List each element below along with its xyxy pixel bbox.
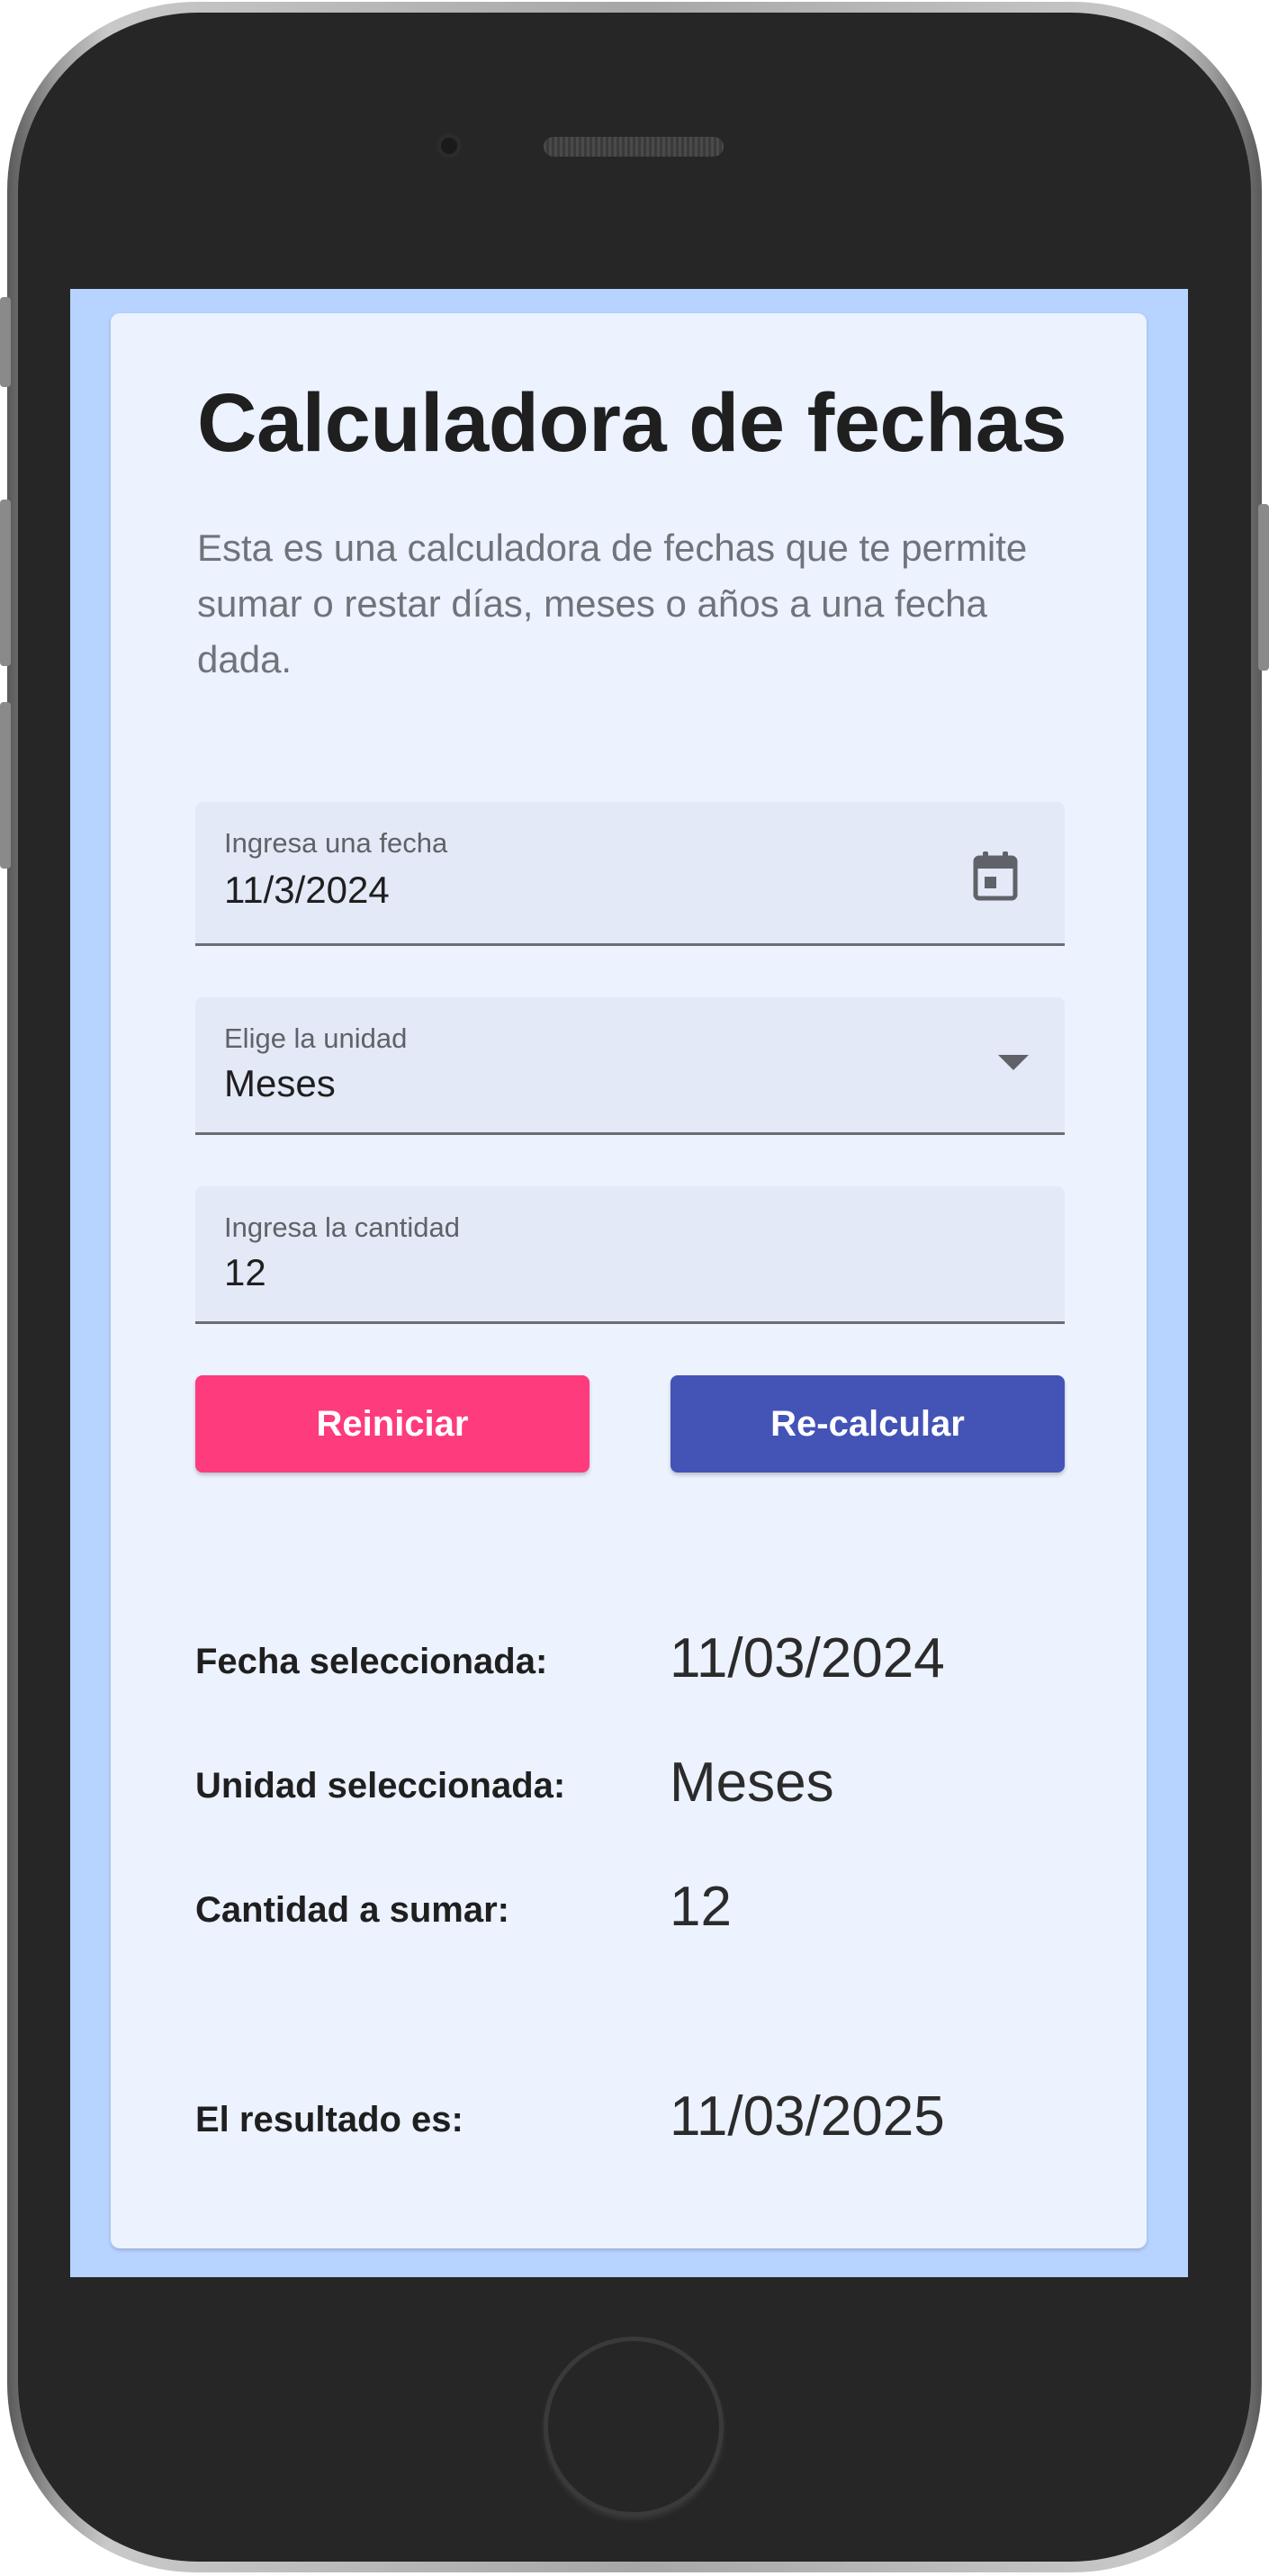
volume-down-button	[0, 702, 11, 869]
page-description: Esta es una calculadora de fechas que te…	[197, 527, 1028, 680]
selected-date-value: 11/03/2024	[670, 1627, 945, 1689]
selected-unit-value: Meses	[670, 1752, 834, 1814]
quantity-field[interactable]: Ingresa la cantidad 12	[195, 1186, 1065, 1324]
date-field-value[interactable]: 11/3/2024	[224, 869, 390, 912]
result-label: El resultado es:	[195, 2100, 464, 2139]
selected-unit-label: Unidad seleccionada:	[195, 1766, 566, 1806]
unit-select-value[interactable]: Meses	[224, 1062, 336, 1105]
reset-button[interactable]: Reiniciar	[195, 1375, 590, 1473]
mute-switch	[0, 297, 11, 387]
result-value: 11/03/2025	[670, 2085, 945, 2148]
power-button	[1258, 504, 1269, 671]
volume-up-button	[0, 500, 11, 666]
screen: Calculadora de fechas Esta es una calcul…	[70, 289, 1188, 2277]
quantity-to-add-label: Cantidad a sumar:	[195, 1890, 509, 1930]
calendar-icon[interactable]	[973, 851, 1018, 901]
device-frame-stage: Calculadora de fechas Esta es una calcul…	[0, 0, 1269, 2576]
unit-select-label: Elige la unidad	[224, 1022, 408, 1054]
earpiece-speaker	[544, 137, 724, 157]
unit-select[interactable]: Elige la unidad Meses	[195, 997, 1065, 1135]
date-field[interactable]: Ingresa una fecha 11/3/2024	[195, 802, 1065, 946]
date-field-label: Ingresa una fecha	[224, 827, 448, 859]
page-title: Calculadora de fechas	[197, 377, 1067, 469]
calculator-card: Calculadora de fechas Esta es una calcul…	[111, 313, 1147, 2248]
selected-date-label: Fecha seleccionada:	[195, 1642, 548, 1681]
front-camera	[436, 133, 462, 158]
recalculate-button[interactable]: Re-calcular	[670, 1375, 1065, 1473]
dropdown-arrow-icon[interactable]	[998, 1055, 1029, 1070]
home-button[interactable]	[544, 2337, 724, 2517]
quantity-to-add-value: 12	[670, 1876, 732, 1938]
quantity-field-value[interactable]: 12	[224, 1251, 266, 1294]
quantity-field-label: Ingresa la cantidad	[224, 1211, 460, 1243]
